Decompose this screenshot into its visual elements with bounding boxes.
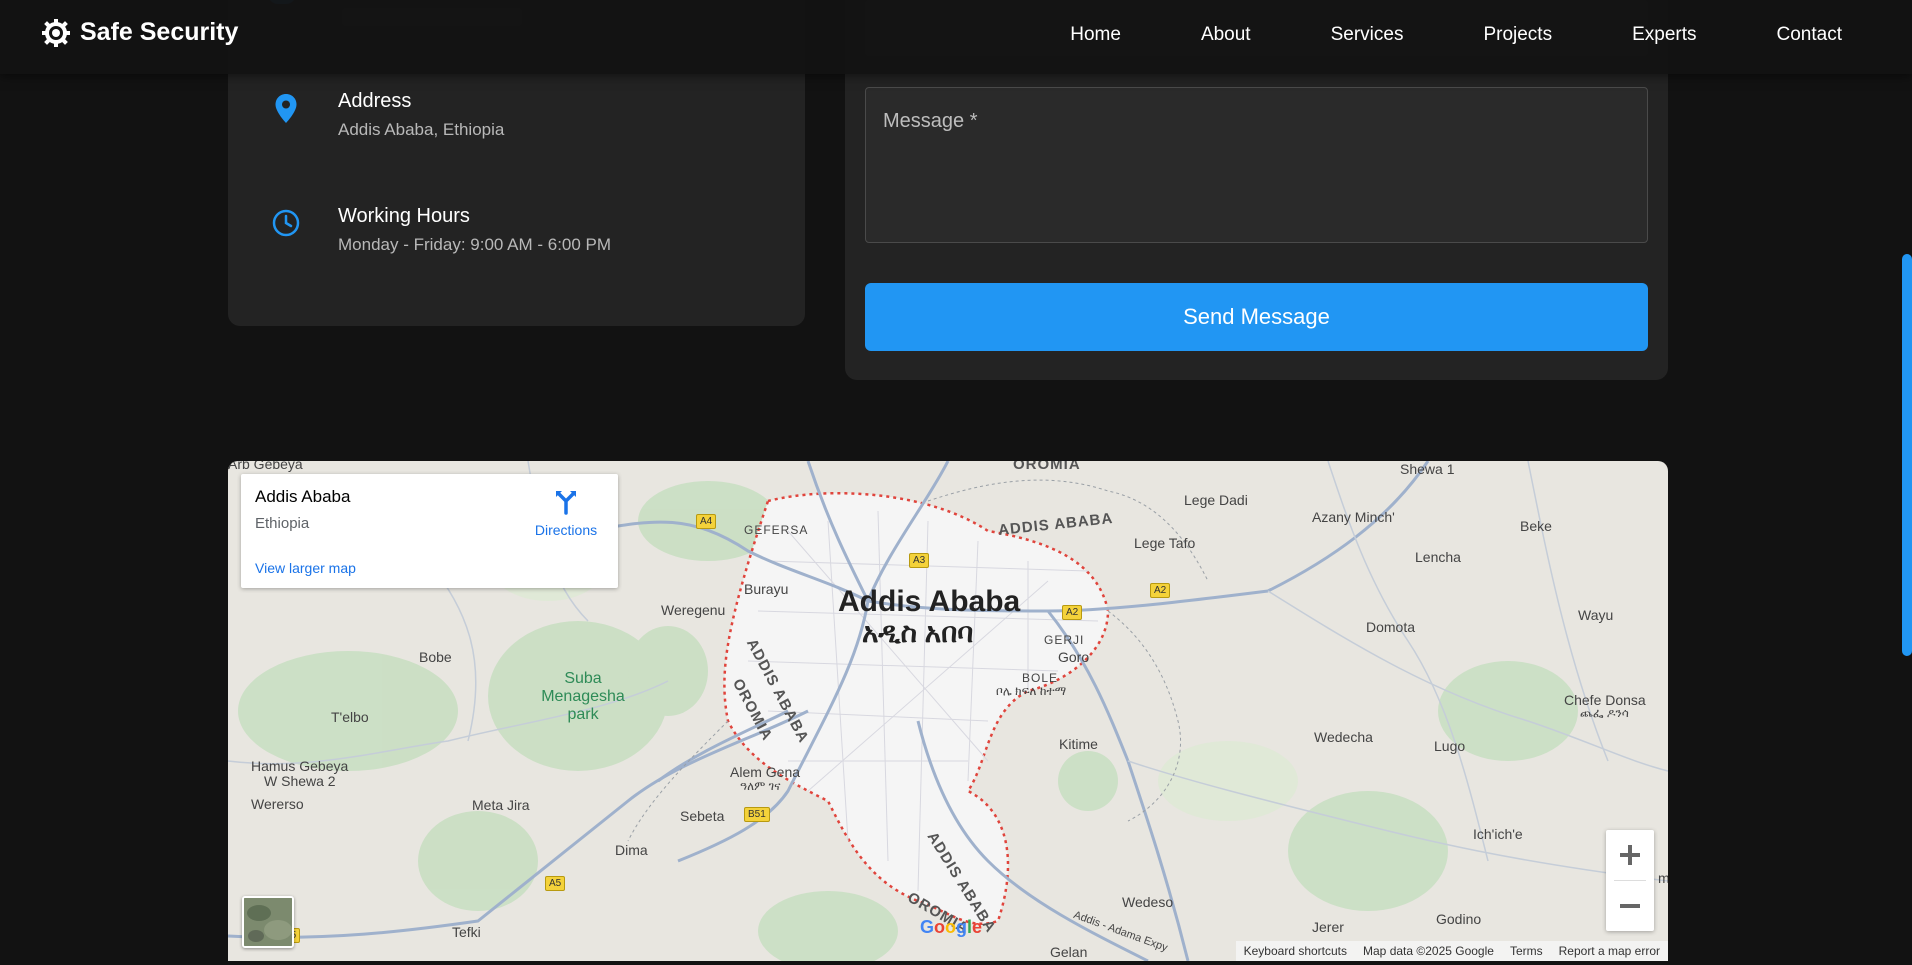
map-label: Beke: [1520, 518, 1552, 534]
map-label: ጨፌ ዶንሳ: [1580, 706, 1629, 720]
nav-about[interactable]: About: [1201, 24, 1251, 46]
map-label: Suba Menagesha park: [541, 670, 625, 723]
send-message-button[interactable]: Send Message: [865, 283, 1648, 351]
info-value: Addis Ababa, Ethiopia: [338, 120, 505, 139]
road-shield: A5: [545, 876, 566, 891]
nav-experts[interactable]: Experts: [1632, 24, 1696, 46]
map-label: Tefki: [452, 924, 481, 940]
map-label: Shewa 1: [1400, 461, 1455, 477]
city-label-amharic: አዲስ አበባ: [862, 617, 974, 648]
message-textarea[interactable]: Message *: [865, 87, 1648, 243]
map-data-text: Map data ©2025 Google: [1363, 944, 1494, 958]
road-shield: A4: [696, 514, 717, 529]
info-title: Working Hours: [338, 205, 470, 227]
map-label: Lencha: [1415, 549, 1461, 565]
report-map-error-link[interactable]: Report a map error: [1559, 944, 1660, 958]
map-label: OROMIA: [1013, 461, 1081, 473]
road-shield: B51: [744, 807, 770, 822]
brand-logo[interactable]: Safe Security: [42, 18, 238, 47]
place-country: Ethiopia: [255, 515, 310, 532]
map-label: Domota: [1366, 619, 1416, 635]
location-pin-icon: [275, 94, 297, 123]
page-bottom-edge: [228, 961, 1668, 965]
map-label: m: [1658, 870, 1668, 886]
satellite-toggle[interactable]: [242, 896, 294, 948]
place-name: Addis Ababa: [255, 487, 351, 506]
map-label: Dima: [615, 842, 648, 858]
directions-button[interactable]: Directions: [526, 489, 606, 538]
zoom-in-button[interactable]: [1606, 830, 1654, 880]
brand-name: Safe Security: [80, 18, 239, 46]
map-label: ቦሌ ክፍለ ከተማ: [996, 684, 1067, 698]
zoom-control: [1606, 830, 1654, 931]
road-shield: A3: [909, 553, 930, 568]
map-label: GEFERSA: [744, 523, 809, 537]
map-attribution: Keyboard shortcuts Map data ©2025 Google…: [1235, 941, 1668, 961]
google-logo: Google: [920, 917, 983, 937]
terms-link[interactable]: Terms: [1510, 944, 1543, 958]
map-label: BOLE: [1022, 671, 1059, 685]
map-label: Ich'ich'e: [1473, 826, 1523, 842]
road-shield: A2: [1062, 605, 1083, 620]
road-shield: A2: [1150, 583, 1171, 598]
map-label: T'elbo: [331, 709, 369, 725]
map-label: Godino: [1436, 911, 1482, 927]
map-label: Lugo: [1434, 738, 1466, 754]
nav-services[interactable]: Services: [1331, 24, 1404, 46]
main-nav: Home About Services Projects Experts Con…: [1070, 24, 1842, 46]
map-label: Wedeso: [1122, 894, 1174, 910]
map-label: Hamus Gebeya: [251, 758, 349, 774]
scrollbar-thumb[interactable]: [1902, 254, 1912, 656]
minus-icon: [1620, 904, 1640, 908]
map-label: Sebeta: [680, 808, 725, 824]
map-label: GERJI: [1044, 633, 1085, 647]
nav-projects[interactable]: Projects: [1483, 24, 1552, 46]
site-header: Safe Security Home About Services Projec…: [0, 0, 1912, 74]
map-label: Azany Minch': [1312, 509, 1395, 525]
google-map[interactable]: Arb Gebeya OROMIA Shewa 1 Lege Dadi ADDI…: [228, 461, 1668, 961]
map-label: Lege Tafo: [1134, 535, 1196, 551]
map-label: Weregenu: [661, 602, 726, 618]
map-label: Wayu: [1578, 607, 1614, 623]
map-label: Kitime: [1059, 736, 1098, 752]
info-value: Monday - Friday: 9:00 AM - 6:00 PM: [338, 235, 612, 254]
map-label: Lege Dadi: [1184, 492, 1248, 508]
map-label: Goro: [1058, 649, 1090, 665]
keyboard-shortcuts-link[interactable]: Keyboard shortcuts: [1244, 944, 1347, 958]
map-label: Wererso: [251, 796, 304, 812]
directions-label: Directions: [534, 522, 598, 538]
nav-home[interactable]: Home: [1070, 24, 1121, 46]
nav-contact[interactable]: Contact: [1777, 24, 1842, 46]
map-place-card: Addis Ababa Ethiopia View larger map Dir…: [241, 474, 618, 588]
map-label: Meta Jira: [472, 797, 530, 813]
map-label: Burayu: [744, 581, 789, 597]
map-label: Gelan: [1050, 944, 1088, 960]
map-label: Arb Gebeya: [228, 461, 303, 472]
info-title: Address: [338, 90, 412, 112]
map-label: W Shewa 2: [264, 773, 336, 789]
message-label: Message *: [883, 110, 978, 132]
map-label: Alem Gena: [730, 764, 801, 780]
map-label: Jerer: [1312, 919, 1344, 935]
zoom-out-button[interactable]: [1606, 881, 1654, 931]
view-larger-map-link[interactable]: View larger map: [255, 560, 356, 576]
map-label: Bobe: [419, 649, 452, 665]
map-label: ዓለም ገና: [740, 779, 781, 793]
plus-icon: [1620, 845, 1640, 865]
clock-icon: [272, 209, 300, 237]
city-label: Addis Ababa: [838, 585, 1021, 618]
map-label: Wedecha: [1314, 729, 1373, 745]
satellite-thumbnail-icon: [244, 898, 292, 946]
directions-icon: [556, 491, 576, 515]
shield-gear-icon: [42, 18, 70, 47]
